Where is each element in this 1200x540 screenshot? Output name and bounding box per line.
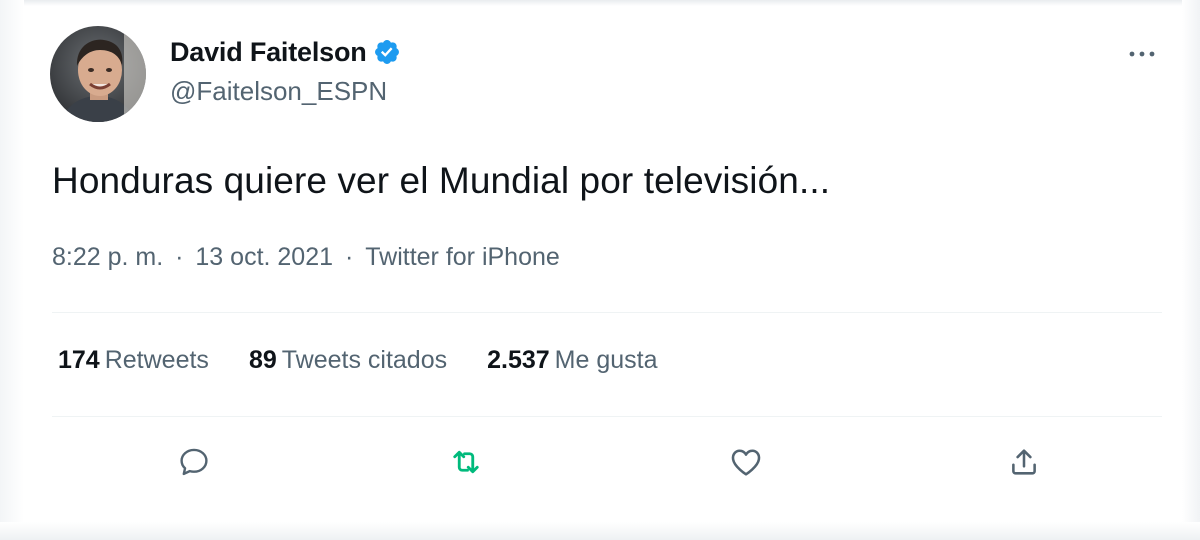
tweet-card: David Faitelson @Faitelson_ESPN Honduras… — [0, 0, 1200, 540]
card-left-edge — [0, 0, 24, 540]
card-bottom-edge — [0, 522, 1200, 540]
reply-button[interactable] — [174, 442, 214, 482]
retweet-icon — [453, 450, 479, 474]
share-icon — [1012, 449, 1036, 475]
heart-icon — [731, 449, 761, 476]
more-dots-icon — [1129, 51, 1155, 57]
verified-badge-icon — [373, 38, 401, 66]
like-button[interactable] — [726, 442, 766, 482]
avatar-photo — [50, 26, 146, 122]
divider-top — [52, 312, 1162, 313]
tweet-source[interactable]: Twitter for iPhone — [365, 243, 560, 272]
author-name-row: David Faitelson — [170, 34, 401, 70]
quote-tweets-stat[interactable]: 89 Tweets citados — [249, 346, 447, 375]
avatar[interactable] — [50, 26, 146, 122]
author-handle[interactable]: @Faitelson_ESPN — [170, 76, 387, 107]
divider-middle — [52, 416, 1162, 417]
meta-separator: · — [175, 243, 184, 271]
tweet-stats: 174 Retweets 89 Tweets citados 2.537 Me gus… — [58, 346, 698, 375]
retweets-stat[interactable]: 174 Retweets — [58, 346, 209, 375]
meta-separator: · — [344, 243, 354, 271]
author-display-name[interactable]: David Faitelson — [170, 37, 367, 68]
more-options-button[interactable] — [1124, 36, 1160, 72]
share-button[interactable] — [1004, 442, 1044, 482]
card-top-edge — [0, 0, 1200, 6]
quote-tweets-label: Tweets citados — [281, 346, 448, 374]
retweets-label: Retweets — [104, 346, 209, 374]
retweets-count: 174 — [58, 346, 100, 374]
likes-stat[interactable]: 2.537 Me gusta — [487, 346, 657, 375]
tweet-time[interactable]: 8:22 p. m. — [52, 243, 163, 272]
likes-count: 2.537 — [487, 346, 550, 374]
likes-label: Me gusta — [554, 346, 658, 374]
card-right-edge — [1182, 0, 1200, 540]
tweet-text: Honduras quiere ver el Mundial por telev… — [52, 160, 831, 201]
reply-icon — [180, 448, 208, 476]
retweet-button[interactable] — [446, 442, 486, 482]
tweet-date[interactable]: 13 oct. 2021 — [195, 243, 333, 272]
quote-tweets-count: 89 — [248, 346, 277, 374]
tweet-metadata: 8:22 p. m. · 13 oct. 2021 · Twitter for … — [52, 243, 560, 272]
